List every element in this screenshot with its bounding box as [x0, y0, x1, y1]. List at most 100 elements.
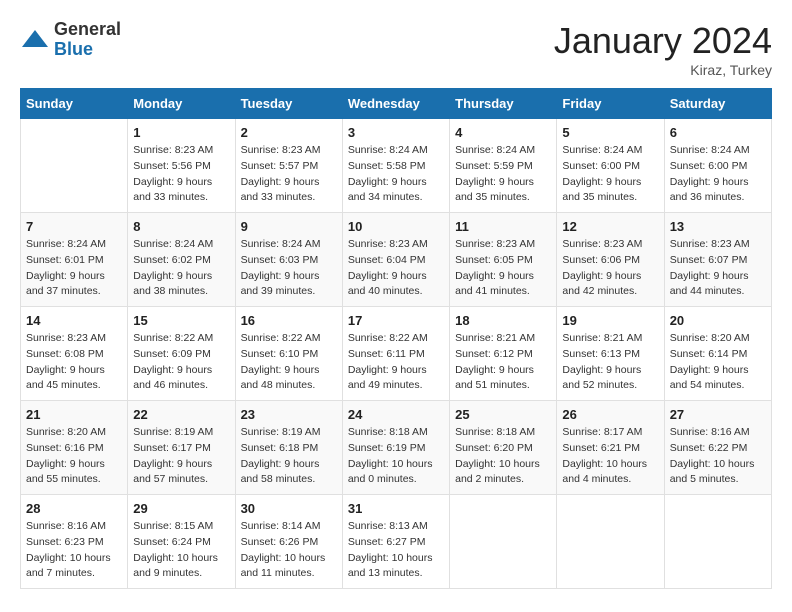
- calendar-cell: 29Sunrise: 8:15 AMSunset: 6:24 PMDayligh…: [128, 495, 235, 589]
- day-info: Sunrise: 8:16 AMSunset: 6:22 PMDaylight:…: [670, 425, 766, 488]
- day-info: Sunrise: 8:14 AMSunset: 6:26 PMDaylight:…: [241, 519, 337, 582]
- day-info: Sunrise: 8:24 AMSunset: 5:58 PMDaylight:…: [348, 143, 444, 206]
- header-day-wednesday: Wednesday: [342, 89, 449, 119]
- day-info: Sunrise: 8:24 AMSunset: 6:00 PMDaylight:…: [670, 143, 766, 206]
- calendar-cell: [557, 495, 664, 589]
- header-day-thursday: Thursday: [450, 89, 557, 119]
- day-number: 16: [241, 313, 337, 328]
- day-number: 18: [455, 313, 551, 328]
- calendar-cell: 20Sunrise: 8:20 AMSunset: 6:14 PMDayligh…: [664, 307, 771, 401]
- day-number: 19: [562, 313, 658, 328]
- header-day-monday: Monday: [128, 89, 235, 119]
- header-day-tuesday: Tuesday: [235, 89, 342, 119]
- day-info: Sunrise: 8:17 AMSunset: 6:21 PMDaylight:…: [562, 425, 658, 488]
- calendar-cell: [21, 119, 128, 213]
- header-day-sunday: Sunday: [21, 89, 128, 119]
- day-number: 30: [241, 501, 337, 516]
- day-number: 13: [670, 219, 766, 234]
- logo: General Blue: [20, 20, 121, 60]
- day-info: Sunrise: 8:18 AMSunset: 6:20 PMDaylight:…: [455, 425, 551, 488]
- day-info: Sunrise: 8:23 AMSunset: 6:08 PMDaylight:…: [26, 331, 122, 394]
- calendar-cell: 9 Sunrise: 8:24 AMSunset: 6:03 PMDaylight…: [235, 213, 342, 307]
- calendar-cell: 16 Sunrise: 8:22 AMSunset: 6:10 PMDayligh…: [235, 307, 342, 401]
- day-info: Sunrise: 8:24 AMSunset: 6:00 PMDaylight:…: [562, 143, 658, 206]
- day-info: Sunrise: 8:24 AMSunset: 6:03 PMDaylight:…: [241, 237, 337, 300]
- calendar-cell: 13 Sunrise: 8:23 AMSunset: 6:07 PMDayligh…: [664, 213, 771, 307]
- day-number: 9: [241, 219, 337, 234]
- calendar-cell: 17Sunrise: 8:22 AMSunset: 6:11 PMDayligh…: [342, 307, 449, 401]
- calendar-cell: 30 Sunrise: 8:14 AMSunset: 6:26 PMDayligh…: [235, 495, 342, 589]
- day-number: 31: [348, 501, 444, 516]
- day-info: Sunrise: 8:22 AMSunset: 6:11 PMDaylight:…: [348, 331, 444, 394]
- day-number: 26: [562, 407, 658, 422]
- day-info: Sunrise: 8:20 AMSunset: 6:16 PMDaylight:…: [26, 425, 122, 488]
- day-number: 8: [133, 219, 229, 234]
- day-number: 4: [455, 125, 551, 140]
- header-day-friday: Friday: [557, 89, 664, 119]
- calendar-cell: 15 Sunrise: 8:22 AMSunset: 6:09 PMDayligh…: [128, 307, 235, 401]
- calendar-cell: 24 Sunrise: 8:18 AMSunset: 6:19 PMDayligh…: [342, 401, 449, 495]
- day-number: 2: [241, 125, 337, 140]
- calendar-cell: 22Sunrise: 8:19 AMSunset: 6:17 PMDayligh…: [128, 401, 235, 495]
- day-number: 23: [241, 407, 337, 422]
- day-number: 29: [133, 501, 229, 516]
- day-number: 5: [562, 125, 658, 140]
- day-number: 14: [26, 313, 122, 328]
- day-number: 27: [670, 407, 766, 422]
- day-info: Sunrise: 8:24 AMSunset: 5:59 PMDaylight:…: [455, 143, 551, 206]
- calendar-row-4: 28Sunrise: 8:16 AMSunset: 6:23 PMDayligh…: [21, 495, 772, 589]
- day-number: 15: [133, 313, 229, 328]
- calendar-cell: 7Sunrise: 8:24 AMSunset: 6:01 PMDaylight…: [21, 213, 128, 307]
- calendar-cell: 26 Sunrise: 8:17 AMSunset: 6:21 PMDayligh…: [557, 401, 664, 495]
- day-number: 1: [133, 125, 229, 140]
- calendar-table: SundayMondayTuesdayWednesdayThursdayFrid…: [20, 88, 772, 589]
- day-number: 12: [562, 219, 658, 234]
- day-info: Sunrise: 8:23 AMSunset: 6:05 PMDaylight:…: [455, 237, 551, 300]
- calendar-cell: [450, 495, 557, 589]
- calendar-cell: 8 Sunrise: 8:24 AMSunset: 6:02 PMDaylight…: [128, 213, 235, 307]
- logo-blue: Blue: [54, 40, 121, 60]
- logo-general: General: [54, 20, 121, 40]
- header: General Blue January 2024 Kiraz, Turkey: [20, 20, 772, 78]
- day-number: 20: [670, 313, 766, 328]
- calendar-cell: 21 Sunrise: 8:20 AMSunset: 6:16 PMDayligh…: [21, 401, 128, 495]
- calendar-body: 1Sunrise: 8:23 AMSunset: 5:56 PMDaylight…: [21, 119, 772, 589]
- day-info: Sunrise: 8:24 AMSunset: 6:01 PMDaylight:…: [26, 237, 122, 300]
- calendar-cell: 6 Sunrise: 8:24 AMSunset: 6:00 PMDaylight…: [664, 119, 771, 213]
- calendar-cell: 10 Sunrise: 8:23 AMSunset: 6:04 PMDayligh…: [342, 213, 449, 307]
- day-info: Sunrise: 8:23 AMSunset: 6:04 PMDaylight:…: [348, 237, 444, 300]
- day-info: Sunrise: 8:22 AMSunset: 6:09 PMDaylight:…: [133, 331, 229, 394]
- calendar-cell: 1Sunrise: 8:23 AMSunset: 5:56 PMDaylight…: [128, 119, 235, 213]
- day-info: Sunrise: 8:21 AMSunset: 6:12 PMDaylight:…: [455, 331, 551, 394]
- day-info: Sunrise: 8:13 AMSunset: 6:27 PMDaylight:…: [348, 519, 444, 582]
- day-info: Sunrise: 8:18 AMSunset: 6:19 PMDaylight:…: [348, 425, 444, 488]
- day-info: Sunrise: 8:23 AMSunset: 6:07 PMDaylight:…: [670, 237, 766, 300]
- month-title: January 2024: [554, 20, 772, 62]
- day-number: 25: [455, 407, 551, 422]
- calendar-row-3: 21 Sunrise: 8:20 AMSunset: 6:16 PMDayligh…: [21, 401, 772, 495]
- calendar-cell: 11Sunrise: 8:23 AMSunset: 6:05 PMDayligh…: [450, 213, 557, 307]
- day-number: 24: [348, 407, 444, 422]
- calendar-cell: 3 Sunrise: 8:24 AMSunset: 5:58 PMDaylight…: [342, 119, 449, 213]
- day-number: 10: [348, 219, 444, 234]
- calendar-cell: 19 Sunrise: 8:21 AMSunset: 6:13 PMDayligh…: [557, 307, 664, 401]
- calendar-header: SundayMondayTuesdayWednesdayThursdayFrid…: [21, 89, 772, 119]
- header-row: SundayMondayTuesdayWednesdayThursdayFrid…: [21, 89, 772, 119]
- calendar-cell: 5 Sunrise: 8:24 AMSunset: 6:00 PMDaylight…: [557, 119, 664, 213]
- day-number: 6: [670, 125, 766, 140]
- day-info: Sunrise: 8:19 AMSunset: 6:18 PMDaylight:…: [241, 425, 337, 488]
- calendar-cell: 4 Sunrise: 8:24 AMSunset: 5:59 PMDaylight…: [450, 119, 557, 213]
- calendar-cell: 31 Sunrise: 8:13 AMSunset: 6:27 PMDayligh…: [342, 495, 449, 589]
- day-number: 28: [26, 501, 122, 516]
- calendar-cell: 28Sunrise: 8:16 AMSunset: 6:23 PMDayligh…: [21, 495, 128, 589]
- calendar-cell: 2Sunrise: 8:23 AMSunset: 5:57 PMDaylight…: [235, 119, 342, 213]
- logo-text: General Blue: [54, 20, 121, 60]
- day-info: Sunrise: 8:21 AMSunset: 6:13 PMDaylight:…: [562, 331, 658, 394]
- day-info: Sunrise: 8:22 AMSunset: 6:10 PMDaylight:…: [241, 331, 337, 394]
- day-number: 21: [26, 407, 122, 422]
- day-number: 3: [348, 125, 444, 140]
- day-number: 22: [133, 407, 229, 422]
- day-info: Sunrise: 8:24 AMSunset: 6:02 PMDaylight:…: [133, 237, 229, 300]
- calendar-cell: 14 Sunrise: 8:23 AMSunset: 6:08 PMDayligh…: [21, 307, 128, 401]
- calendar-cell: 12Sunrise: 8:23 AMSunset: 6:06 PMDayligh…: [557, 213, 664, 307]
